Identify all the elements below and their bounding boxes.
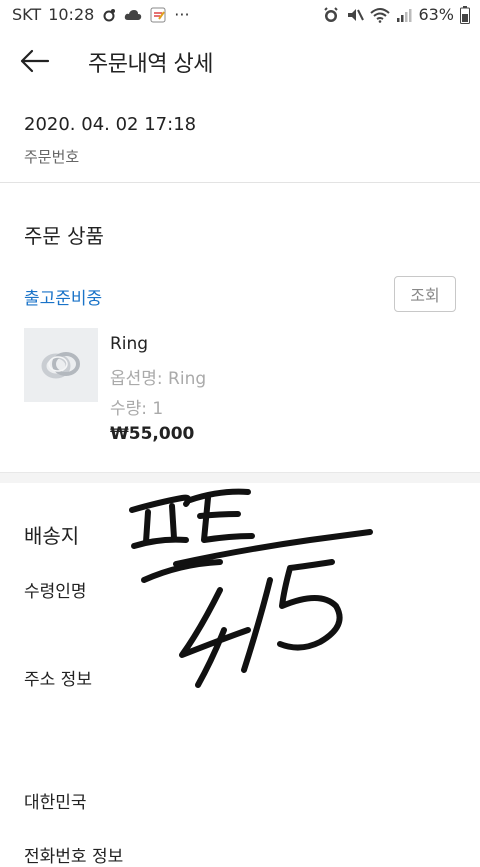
product-name[interactable]: Ring [110,334,148,354]
shipping-status: 출고준비중 [24,289,103,309]
section-separator [0,472,480,483]
order-number-label: 주문번호 [24,148,80,166]
product-quantity: 수량: 1 [110,399,164,419]
wifi-icon [370,7,391,23]
ring-image [41,352,80,379]
more-notifications-icon: ··· [174,5,190,24]
clock-time: 10:28 [48,5,95,24]
products-section-title: 주문 상품 [24,224,104,248]
battery-icon [460,5,470,24]
status-bar-left: SKT 10:28 ··· [12,5,190,24]
mute-icon [346,6,365,24]
phone-label: 전화번호 정보 [24,847,124,867]
address-label: 주소 정보 [24,670,92,690]
carrier-label: SKT [12,5,42,24]
country-value: 대한민국 [24,793,87,813]
status-bar-right: 63% [322,5,470,24]
product-thumbnail[interactable] [24,328,98,402]
inquiry-button[interactable]: 조회 [394,276,456,312]
product-price: ₩55,000 [110,424,195,444]
recipient-label: 수령인명 [24,582,87,602]
shipping-section-title: 배송지 [24,524,80,548]
status-bar: SKT 10:28 ··· 63% [0,0,480,30]
memo-app-icon [149,6,167,24]
back-button[interactable] [18,46,52,76]
arrow-left-icon [20,49,50,73]
battery-percent: 63% [418,5,454,24]
page-title: 주문내역 상세 [88,52,213,77]
app-header: 주문내역 상세 [0,30,480,92]
product-option: 옵션명: Ring [110,369,207,389]
signal-icon [396,7,412,23]
alarm-icon [322,6,340,24]
handwriting-overlay [129,488,373,688]
order-date: 2020. 04. 02 17:18 [24,114,197,135]
cloud-icon [124,8,142,22]
divider [0,182,480,183]
sync-icon [101,7,117,23]
